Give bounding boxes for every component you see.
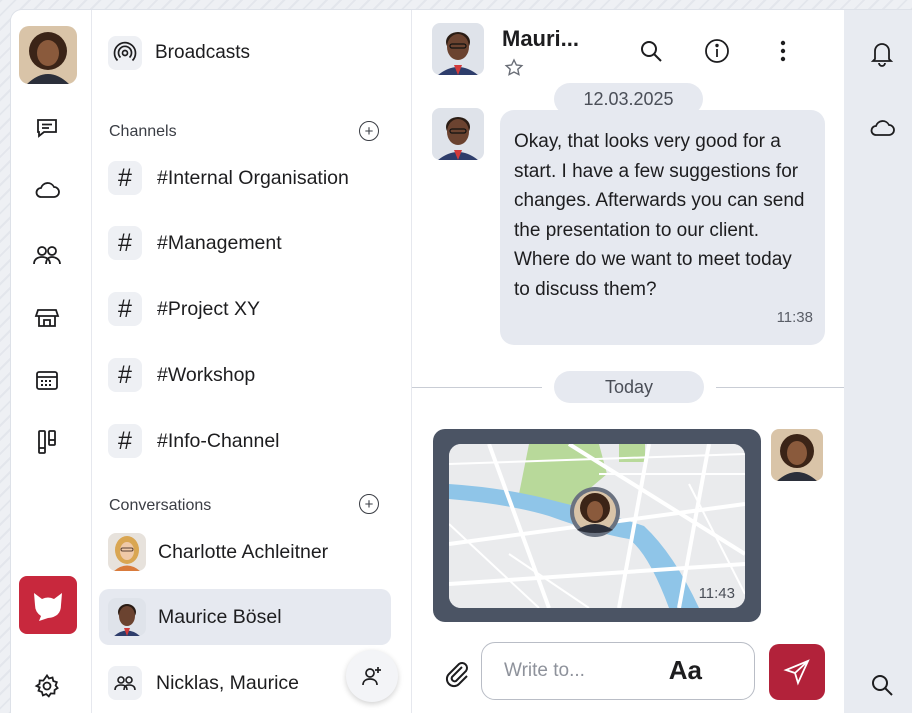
hash-icon: # (108, 161, 142, 195)
settings-icon[interactable] (32, 671, 62, 701)
add-person-icon (362, 667, 381, 686)
conversation-item[interactable]: Maurice Bösel (99, 589, 391, 645)
channels-header: Channels (109, 123, 177, 140)
message-bubble[interactable]: Okay, that looks very good for a start. … (500, 110, 825, 345)
channel-item[interactable]: # #Info-Channel (108, 424, 280, 458)
new-conversation-button[interactable] (346, 650, 398, 702)
format-text-button[interactable]: Aa (669, 655, 702, 686)
send-button[interactable] (769, 644, 825, 700)
app-logo-button[interactable] (19, 576, 77, 634)
broadcasts-label: Broadcasts (155, 42, 251, 63)
people-icon[interactable] (32, 240, 62, 270)
bell-icon[interactable] (868, 39, 896, 67)
hash-icon: # (108, 226, 142, 260)
send-icon (783, 659, 810, 686)
kanban-icon[interactable] (32, 427, 62, 457)
chat-panel: Mauri... 12.03.2025 Okay, that looks ver… (412, 10, 844, 713)
conversation-list-panel: Broadcasts Channels + # #Internal Organi… (92, 10, 412, 713)
chat-title: Mauri... (502, 26, 580, 51)
conversation-name: Maurice Bösel (158, 605, 282, 628)
conversation-name: Charlotte Achleitner (158, 540, 329, 563)
channel-name: #Workshop (157, 363, 256, 386)
hash-icon: # (108, 292, 142, 326)
cloud-icon[interactable] (868, 114, 896, 142)
conversation-name: Nicklas, Maurice (156, 671, 300, 694)
store-icon[interactable] (32, 303, 62, 333)
avatar (108, 533, 146, 571)
hash-icon: # (108, 424, 142, 458)
right-rail (844, 10, 912, 713)
location-message[interactable]: 11:43 (433, 429, 761, 622)
map-preview: 11:43 (449, 444, 745, 608)
contact-avatar[interactable] (432, 23, 484, 75)
search-icon[interactable] (638, 38, 664, 64)
message-input[interactable]: Write to... Aa (481, 642, 755, 700)
broadcasts-item[interactable]: Broadcasts (108, 36, 250, 70)
channel-item[interactable]: # #Workshop (108, 358, 255, 392)
broadcast-icon (108, 36, 142, 70)
location-time: 11:43 (698, 585, 735, 602)
channel-name: #Internal Organisation (157, 166, 349, 189)
my-avatar[interactable] (19, 26, 77, 84)
calendar-icon[interactable] (32, 365, 62, 395)
conversations-header: Conversations (109, 497, 212, 514)
avatar (108, 598, 146, 636)
chat-icon[interactable] (32, 113, 62, 143)
nav-rail (11, 10, 92, 713)
favorite-star-icon[interactable] (504, 58, 524, 83)
channel-name: #Management (157, 231, 282, 254)
divider (412, 387, 542, 388)
add-conversation-icon[interactable]: + (359, 494, 379, 514)
sender-avatar[interactable] (432, 108, 484, 160)
date-separator: Today (554, 371, 704, 403)
message-time: 11:38 (776, 308, 813, 326)
chat-header: Mauri... (412, 10, 844, 90)
info-icon[interactable] (704, 38, 730, 64)
channel-item[interactable]: # #Internal Organisation (108, 161, 349, 195)
message-text: Okay, that looks very good for a start. … (514, 131, 805, 300)
more-options-icon[interactable] (770, 38, 796, 64)
channel-name: #Info-Channel (157, 429, 280, 452)
my-message-avatar[interactable] (771, 429, 823, 481)
attachment-icon[interactable] (442, 658, 472, 688)
divider (716, 387, 844, 388)
search-icon[interactable] (868, 671, 896, 699)
channel-item[interactable]: # #Management (108, 226, 282, 260)
app-window: Broadcasts Channels + # #Internal Organi… (10, 9, 912, 713)
channel-name: #Project XY (157, 297, 260, 320)
cloud-icon[interactable] (32, 175, 62, 205)
conversation-item[interactable]: Charlotte Achleitner (99, 524, 391, 580)
group-icon (108, 666, 142, 700)
channel-item[interactable]: # #Project XY (108, 292, 260, 326)
message-input-placeholder: Write to... (504, 660, 585, 681)
add-channel-icon[interactable]: + (359, 121, 379, 141)
hash-icon: # (108, 358, 142, 392)
